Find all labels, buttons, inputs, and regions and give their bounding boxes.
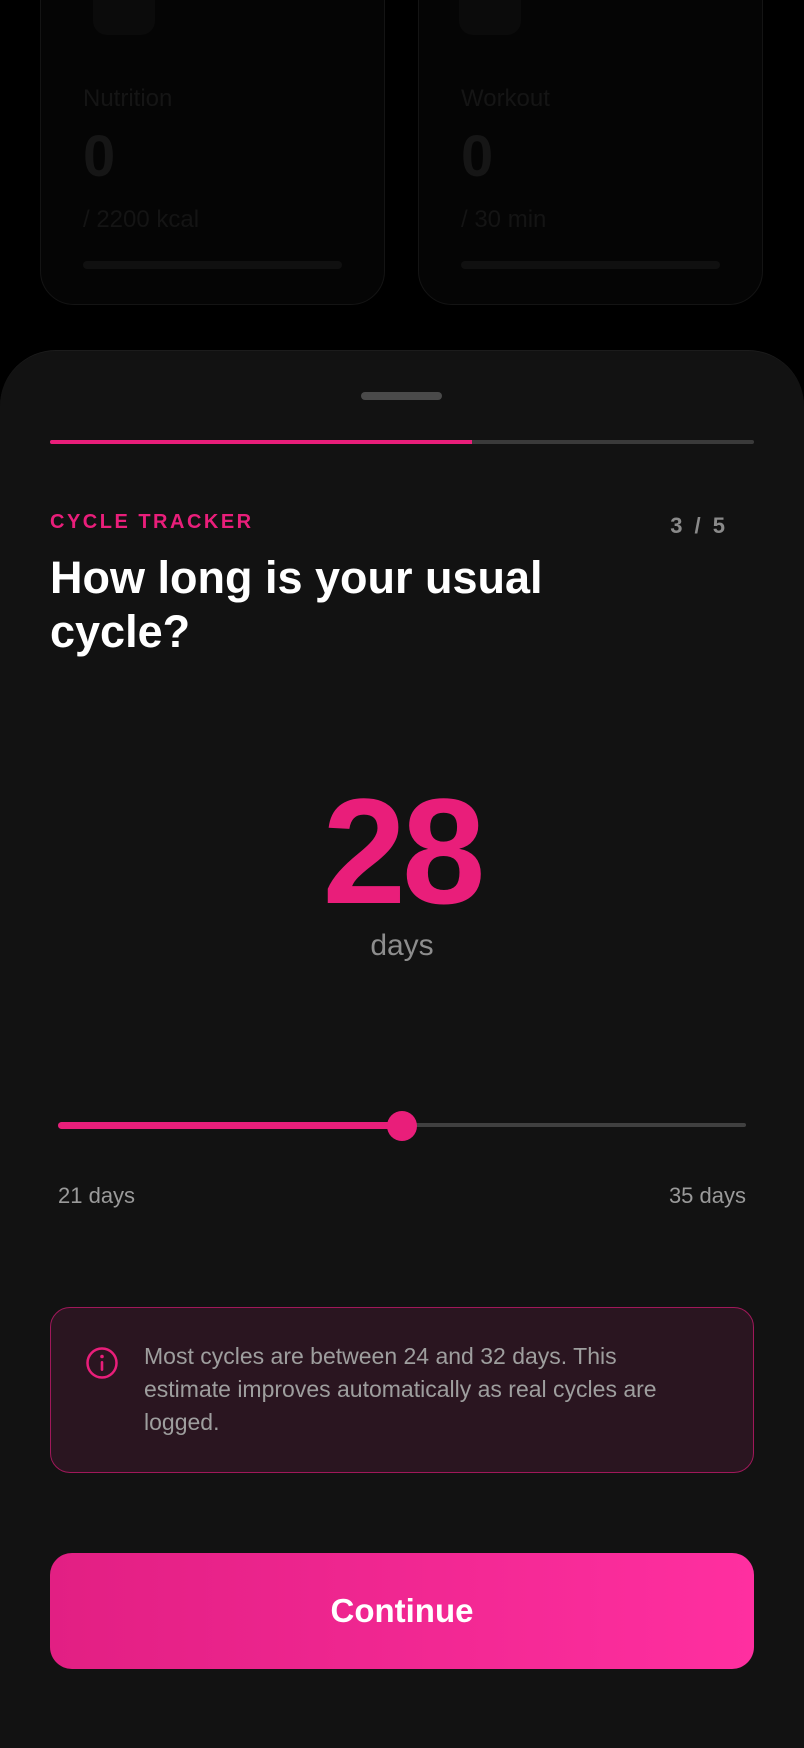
nutrition-progress-bar xyxy=(83,261,342,269)
section-eyebrow: CYCLE TRACKER xyxy=(50,511,254,533)
mug-icon xyxy=(93,0,155,35)
nutrition-label: Nutrition xyxy=(83,85,173,112)
nutrition-value: 0 xyxy=(83,124,116,189)
slider-max-label: 35 days xyxy=(668,1183,746,1208)
continue-button[interactable]: Continue xyxy=(50,1553,754,1669)
onboarding-progress-track xyxy=(50,440,754,444)
sheet-grabber[interactable] xyxy=(361,392,442,400)
cycle-length-value: 28 xyxy=(322,767,486,935)
workout-target: / 30 min xyxy=(461,206,547,233)
slider-fill xyxy=(58,1122,402,1129)
info-callout: Most cycles are between 24 and 32 days. … xyxy=(50,1307,754,1473)
slider-thumb[interactable] xyxy=(387,1111,417,1141)
workout-label: Workout xyxy=(461,85,550,112)
nutrition-target: / 2200 kcal xyxy=(83,206,200,233)
onboarding-progress-fill xyxy=(50,440,473,444)
cycle-length-sheet: CYCLE TRACKER 3 / 5 How long is your usu… xyxy=(0,350,804,1748)
workout-progress-bar xyxy=(461,261,720,269)
workout-card: Workout 0 / 30 min xyxy=(418,0,763,305)
info-text: Most cycles are between 24 and 32 days. … xyxy=(144,1343,657,1435)
step-counter: 3 / 5 xyxy=(670,513,728,538)
dumbbell-icon xyxy=(459,0,521,35)
workout-value: 0 xyxy=(461,124,494,189)
cycle-length-slider[interactable] xyxy=(58,1111,746,1141)
screen: Nutrition 0 / 2200 kcal Workout 0 / 30 m… xyxy=(0,0,804,1748)
info-icon xyxy=(86,1347,118,1379)
cycle-length-unit: days xyxy=(370,929,434,962)
question-title: How long is your usual cycle? xyxy=(50,552,543,657)
slider-min-label: 21 days xyxy=(58,1183,136,1208)
nutrition-card: Nutrition 0 / 2200 kcal xyxy=(40,0,385,305)
